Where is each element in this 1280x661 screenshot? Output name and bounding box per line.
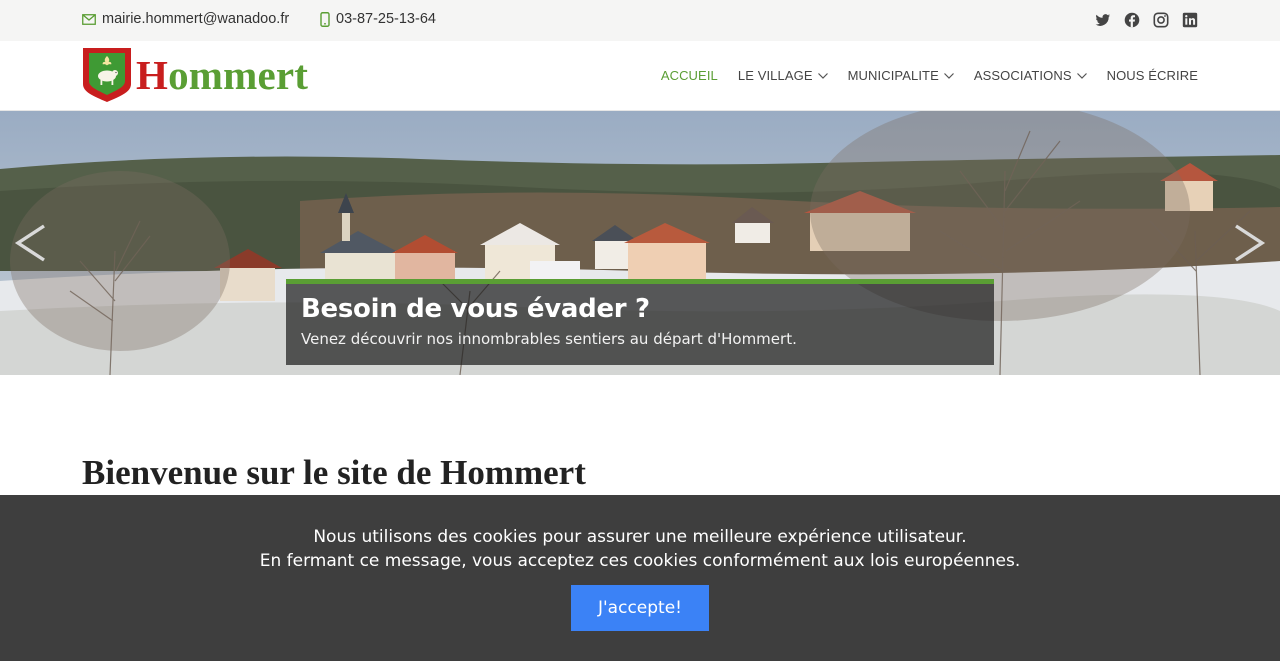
- top-bar: mairie.hommert@wanadoo.fr 03-87-25-13-64: [0, 0, 1280, 41]
- slider-prev-button[interactable]: [14, 223, 48, 263]
- email-contact[interactable]: mairie.hommert@wanadoo.fr: [82, 11, 289, 27]
- phone-contact[interactable]: 03-87-25-13-64: [320, 11, 436, 27]
- nav-item-municipalite[interactable]: MUNICIPALITE: [848, 68, 954, 83]
- cookie-message-line1: Nous utilisons des cookies pour assurer …: [313, 527, 967, 547]
- nav-label: NOUS ÉCRIRE: [1106, 68, 1198, 83]
- nav-label: MUNICIPALITE: [847, 68, 939, 83]
- nav-label: ASSOCIATIONS: [973, 68, 1072, 83]
- phone-text: 03-87-25-13-64: [336, 11, 436, 27]
- email-text: mairie.hommert@wanadoo.fr: [102, 11, 290, 27]
- nav-item-le-village[interactable]: LE VILLAGE: [738, 68, 828, 83]
- nav-label: ACCUEIL: [660, 68, 718, 83]
- envelope-icon: [82, 13, 96, 25]
- cookie-message: Nous utilisons des cookies pour assurer …: [0, 495, 1280, 573]
- twitter-icon[interactable]: [1095, 12, 1111, 28]
- cookie-message-line2: En fermant ce message, vous acceptez ces…: [259, 551, 1021, 571]
- slider-next-button[interactable]: [1232, 223, 1266, 263]
- chevron-down-icon: [943, 72, 954, 79]
- instagram-icon[interactable]: [1153, 12, 1169, 28]
- slide-caption: Besoin de vous évader ? Venez découvrir …: [286, 279, 994, 365]
- accept-cookies-button[interactable]: J'accepte!: [571, 585, 709, 631]
- logo-initial: H: [136, 51, 169, 98]
- chevron-right-icon: [1235, 224, 1266, 262]
- chevron-down-icon: [1076, 72, 1087, 79]
- cookie-banner: Nous utilisons des cookies pour assurer …: [0, 495, 1280, 661]
- facebook-icon[interactable]: [1124, 12, 1140, 28]
- social-links: [1095, 12, 1198, 28]
- logo-rest: ommert: [168, 51, 309, 98]
- page-title: Bienvenue sur le site de Hommert: [82, 453, 586, 492]
- slide-subtitle: Venez découvrir nos innombrables sentier…: [301, 330, 797, 348]
- coat-of-arms-icon: [83, 48, 131, 102]
- hero-slider: Besoin de vous évader ? Venez découvrir …: [0, 111, 1280, 375]
- logo-wordmark: Hommert: [136, 51, 309, 98]
- main-nav: ACCUEIL LE VILLAGE MUNICIPALITE ASSOCIAT…: [661, 68, 1198, 83]
- chevron-left-icon: [14, 224, 45, 262]
- site-header: Hommert ACCUEIL LE VILLAGE MUNICIPALITE …: [0, 41, 1280, 111]
- slide-title: Besoin de vous évader ?: [301, 294, 650, 324]
- site-logo[interactable]: Hommert: [82, 47, 308, 103]
- nav-item-accueil[interactable]: ACCUEIL: [661, 68, 718, 83]
- nav-label: LE VILLAGE: [737, 68, 813, 83]
- phone-icon: [320, 11, 330, 27]
- nav-item-associations[interactable]: ASSOCIATIONS: [974, 68, 1087, 83]
- nav-item-nous-ecrire[interactable]: NOUS ÉCRIRE: [1107, 68, 1198, 83]
- linkedin-icon[interactable]: [1182, 12, 1198, 28]
- chevron-down-icon: [817, 72, 828, 79]
